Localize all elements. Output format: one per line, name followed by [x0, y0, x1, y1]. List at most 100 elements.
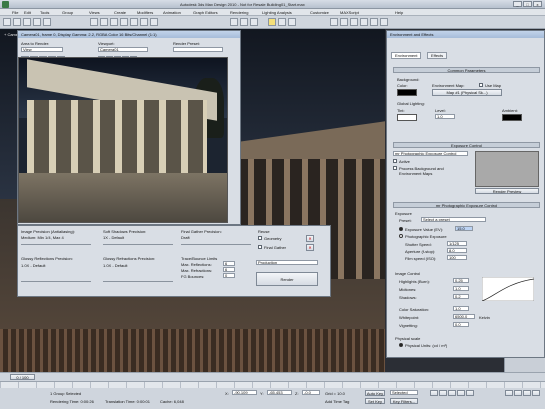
window-crossing-icon[interactable] [120, 18, 128, 26]
soft-shadows-slider[interactable] [103, 244, 173, 245]
whitepoint-spinner[interactable]: 6500.0 [453, 314, 475, 319]
angle-snap-icon[interactable] [240, 18, 248, 26]
common-parameters-rollout[interactable]: Common Parameters [393, 67, 540, 73]
previous-frame-icon[interactable] [439, 390, 447, 396]
menu-help[interactable]: Help [395, 10, 403, 15]
color-saturation-spinner[interactable]: 1.0 [453, 306, 469, 311]
menu-rendering[interactable]: Rendering [230, 10, 248, 15]
shutter-speed-spinner[interactable]: 1/125 [447, 241, 467, 246]
mirror-icon[interactable] [330, 18, 338, 26]
render-setup-icon[interactable] [268, 18, 276, 26]
menu-file[interactable]: File [12, 10, 18, 15]
go-to-end-icon[interactable] [466, 390, 474, 396]
menu-modifiers[interactable]: Modifiers [137, 10, 153, 15]
menu-animation[interactable]: Animation [163, 10, 181, 15]
physical-units-radio[interactable] [399, 343, 403, 347]
timeline-track[interactable] [0, 381, 545, 388]
render-frame-window-icon[interactable] [278, 18, 286, 26]
mr-photographic-rollout[interactable]: mr Photographic Exposure Control [393, 202, 540, 208]
auto-key-button[interactable]: Auto Key [365, 390, 385, 396]
exposure-value-spinner[interactable]: 15.0 [455, 226, 473, 231]
zoom-icon[interactable] [505, 390, 513, 396]
set-key-button[interactable]: Set Key [365, 398, 385, 404]
level-spinner[interactable]: 1.0 [435, 114, 455, 119]
menu-lighting-analysis[interactable]: Lighting Analysis [262, 10, 292, 15]
process-background-checkbox[interactable] [393, 166, 397, 170]
render-production-icon[interactable] [288, 18, 296, 26]
preset-dropdown[interactable]: Select a preset [421, 217, 486, 222]
schematic-view-icon[interactable] [370, 18, 378, 26]
maximize-button[interactable]: □ [523, 1, 532, 7]
layer-manager-icon[interactable] [350, 18, 358, 26]
rotate-icon[interactable] [140, 18, 148, 26]
menu-customize[interactable]: Customize [310, 10, 329, 15]
final-gather-checkbox[interactable] [258, 245, 262, 249]
orbit-icon[interactable] [532, 390, 540, 396]
production-dropdown[interactable]: Production [256, 260, 318, 265]
render-preset-dropdown[interactable] [173, 47, 223, 52]
area-to-render-dropdown[interactable]: View [21, 47, 63, 52]
unlink-icon[interactable] [33, 18, 41, 26]
tab-effects[interactable]: Effects [427, 52, 448, 59]
photographic-exposure-radio[interactable] [399, 234, 403, 238]
max-reflections-spinner[interactable]: 6 [223, 261, 235, 266]
pan-icon[interactable] [523, 390, 531, 396]
max-refractions-spinner[interactable]: 6 [223, 267, 235, 272]
menu-views[interactable]: Views [89, 10, 100, 15]
key-selection-dropdown[interactable]: Selected [390, 390, 418, 395]
image-precision-slider[interactable] [21, 244, 91, 245]
use-map-checkbox[interactable] [479, 83, 483, 87]
play-icon[interactable] [448, 390, 456, 396]
close-button[interactable]: x [533, 1, 542, 7]
glossy-reflections-slider[interactable] [21, 281, 91, 282]
vignetting-spinner[interactable]: 0.0 [453, 322, 469, 327]
render-button[interactable]: Render [256, 272, 318, 286]
align-icon[interactable] [340, 18, 348, 26]
fg-bounces-spinner[interactable]: 0 [223, 273, 235, 278]
select-by-name-icon[interactable] [100, 18, 108, 26]
aperture-spinner[interactable]: 8.0 [447, 248, 467, 253]
film-speed-spinner[interactable]: 100 [447, 255, 467, 260]
ambient-color-swatch[interactable] [502, 114, 522, 121]
menu-tools[interactable]: Tools [40, 10, 49, 15]
percent-snap-icon[interactable] [250, 18, 258, 26]
key-filters-button[interactable]: Key Filters... [390, 398, 418, 404]
glossy-refractions-slider[interactable] [103, 281, 173, 282]
move-icon[interactable] [130, 18, 138, 26]
time-slider[interactable]: 0 / 100 [10, 374, 35, 380]
exposure-control-rollout[interactable]: Exposure Control [393, 142, 540, 148]
y-coordinate-field[interactable]: -65.453 [267, 390, 292, 395]
x-coordinate-field[interactable]: -90.109 [232, 390, 257, 395]
z-coordinate-field[interactable]: -0.0 [302, 390, 320, 395]
next-frame-icon[interactable] [457, 390, 465, 396]
select-object-icon[interactable] [90, 18, 98, 26]
material-editor-icon[interactable] [380, 18, 388, 26]
redo-icon[interactable] [13, 18, 21, 26]
app-logo-icon[interactable] [2, 1, 9, 8]
environment-map-button[interactable]: Map #1 (Physical Sk...) [432, 89, 502, 96]
add-time-tag[interactable]: Add Time Tag [325, 399, 349, 404]
geometry-checkbox[interactable] [258, 236, 262, 240]
clear-geometry-cache-icon[interactable]: ✕ [306, 235, 314, 242]
zoom-all-icon[interactable] [514, 390, 522, 396]
final-gather-slider[interactable] [181, 244, 251, 245]
menu-group[interactable]: Group [62, 10, 73, 15]
midtones-spinner[interactable]: 1.0 [453, 286, 469, 291]
shadows-spinner[interactable]: 0.2 [453, 294, 469, 299]
curve-editor-icon[interactable] [360, 18, 368, 26]
viewport-dropdown[interactable]: Camera01 [98, 47, 148, 52]
tab-environment[interactable]: Environment [391, 52, 422, 59]
select-link-icon[interactable] [23, 18, 31, 26]
highlights-spinner[interactable]: 0.25 [453, 278, 469, 283]
menu-create[interactable]: Create [114, 10, 126, 15]
clear-fg-cache-icon[interactable]: ✕ [306, 244, 314, 251]
go-to-start-icon[interactable] [430, 390, 438, 396]
undo-icon[interactable] [3, 18, 11, 26]
minimize-button[interactable]: _ [513, 1, 522, 7]
tint-color-swatch[interactable] [397, 114, 417, 121]
exposure-value-radio[interactable] [399, 227, 403, 231]
menu-edit[interactable]: Edit [24, 10, 31, 15]
menu-maxscript[interactable]: MAXScript [340, 10, 359, 15]
background-color-swatch[interactable] [397, 89, 417, 96]
scale-icon[interactable] [150, 18, 158, 26]
